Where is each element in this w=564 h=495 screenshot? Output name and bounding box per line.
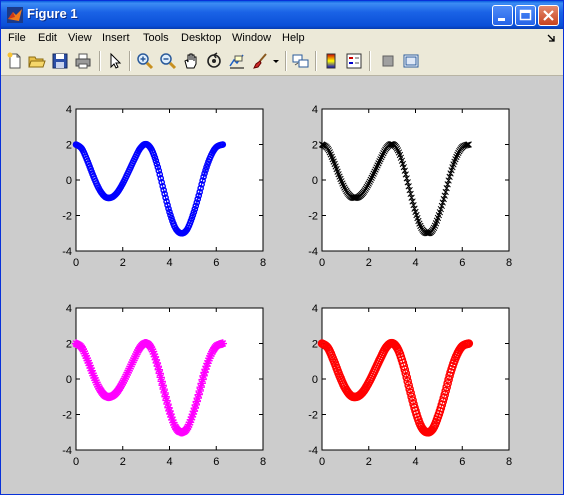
show-plot-tools-icon[interactable] (402, 52, 420, 70)
minimize-button[interactable] (492, 5, 513, 26)
y-tick-label: 4 (66, 303, 72, 315)
menu-tools[interactable]: Tools (143, 31, 169, 45)
subplot-1[interactable]: 0 2 4 6 8 -4 -2 0 2 4 (62, 104, 266, 269)
menu-bar: File Edit View Insert Tools Desktop Wind… (1, 29, 563, 47)
hide-plot-tools-icon[interactable] (379, 52, 397, 70)
x-tick-label: 8 (506, 257, 512, 269)
print-icon[interactable] (74, 52, 92, 70)
open-file-icon[interactable] (28, 52, 46, 70)
menu-file[interactable]: File (8, 31, 26, 45)
zoom-in-icon[interactable] (136, 52, 154, 70)
menu-insert[interactable]: Insert (102, 31, 130, 45)
y-tick-label: -4 (308, 445, 318, 457)
x-tick-label: 2 (366, 257, 372, 269)
axes-box (321, 307, 510, 451)
data-cursor-icon[interactable] (228, 52, 246, 70)
x-tick-label: 4 (412, 456, 418, 468)
axes-box (75, 307, 264, 451)
x-tick-label: 6 (213, 257, 219, 269)
menu-view[interactable]: View (68, 31, 92, 45)
toolbar-separator (99, 51, 101, 71)
y-tick-label: 4 (312, 104, 318, 116)
y-tick-label: 0 (312, 175, 318, 187)
x-tick-label: 8 (506, 456, 512, 468)
x-tick-label: 6 (213, 456, 219, 468)
edit-plot-arrow-icon[interactable] (106, 52, 124, 70)
y-tick-label: -4 (62, 246, 72, 258)
figure-window: Figure 1 File Edit View Insert Tools Des… (0, 0, 564, 495)
new-figure-icon[interactable] (6, 52, 24, 70)
subplot-3[interactable]: 0 2 4 6 8 -4 -2 0 2 4 (62, 303, 266, 468)
x-tick-label: 4 (166, 257, 172, 269)
subplot-4[interactable]: 0 2 4 6 8 -4 -2 0 2 4 (308, 303, 512, 468)
close-button[interactable] (538, 5, 559, 26)
matlab-logo-icon (7, 7, 23, 23)
minimize-icon (498, 18, 505, 21)
y-tick-label: 4 (312, 303, 318, 315)
y-tick-label: 0 (312, 374, 318, 386)
x-tick-label: 8 (260, 456, 266, 468)
subplots: 0 2 4 6 8 -4 -2 0 2 4 0 2 4 6 8 -4 -2 0 2 4 0 2 4 6 8 -4 -2 0 2 4 0 2 4 6… (62, 104, 512, 468)
x-tick-label: 4 (166, 456, 172, 468)
brush-dropdown-icon[interactable] (272, 52, 280, 70)
y-tick-label: 2 (312, 339, 318, 351)
y-tick-label: 0 (66, 374, 72, 386)
menu-window[interactable]: Window (232, 31, 271, 45)
menu-help[interactable]: Help (282, 31, 305, 45)
x-tick-label: 6 (459, 456, 465, 468)
subplot-2[interactable]: 0 2 4 6 8 -4 -2 0 2 4 (308, 104, 512, 269)
y-tick-label: 2 (66, 140, 72, 152)
y-tick-label: -2 (62, 410, 72, 422)
y-tick-label: 2 (312, 140, 318, 152)
y-tick-label: 4 (66, 104, 72, 116)
x-tick-label: 0 (319, 456, 325, 468)
close-icon (543, 10, 554, 21)
maximize-button[interactable] (515, 5, 536, 26)
y-tick-label: -4 (62, 445, 72, 457)
x-tick-label: 6 (459, 257, 465, 269)
y-tick-label: -2 (62, 211, 72, 223)
x-tick-label: 2 (366, 456, 372, 468)
rotate-3d-icon[interactable] (205, 52, 223, 70)
y-tick-label: -4 (308, 246, 318, 258)
axes-box (75, 108, 264, 252)
menu-edit[interactable]: Edit (38, 31, 57, 45)
toolbar-separator (129, 51, 131, 71)
dock-arrow-icon[interactable] (547, 33, 555, 45)
colorbar-icon[interactable] (322, 52, 340, 70)
save-icon[interactable] (51, 52, 69, 70)
brush-icon[interactable] (251, 52, 269, 70)
zoom-out-icon[interactable] (159, 52, 177, 70)
title-bar[interactable]: Figure 1 (1, 1, 563, 29)
x-tick-label: 2 (120, 257, 126, 269)
figure-toolbar (1, 47, 563, 76)
toolbar-separator (285, 51, 287, 71)
axes-box (321, 108, 510, 252)
toolbar-separator (369, 51, 371, 71)
x-tick-label: 0 (73, 456, 79, 468)
x-tick-label: 4 (412, 257, 418, 269)
y-tick-label: -2 (308, 211, 318, 223)
figure-canvas: 0 2 4 6 8 -4 -2 0 2 4 0 2 4 6 8 -4 -2 0 2 4 0 2 4 6 8 -4 -2 0 2 4 0 2 4 6… (1, 76, 563, 494)
x-tick-label: 8 (260, 257, 266, 269)
y-tick-label: -2 (308, 410, 318, 422)
data-point (218, 339, 227, 348)
menu-desktop[interactable]: Desktop (181, 31, 221, 45)
x-tick-label: 0 (319, 257, 325, 269)
x-tick-label: 2 (120, 456, 126, 468)
pan-hand-icon[interactable] (182, 52, 200, 70)
y-tick-label: 0 (66, 175, 72, 187)
legend-icon[interactable] (345, 52, 363, 70)
toolbar-separator (315, 51, 317, 71)
window-title: Figure 1 (27, 6, 78, 21)
link-plot-icon[interactable] (292, 52, 310, 70)
y-tick-label: 2 (66, 339, 72, 351)
x-tick-label: 0 (73, 257, 79, 269)
